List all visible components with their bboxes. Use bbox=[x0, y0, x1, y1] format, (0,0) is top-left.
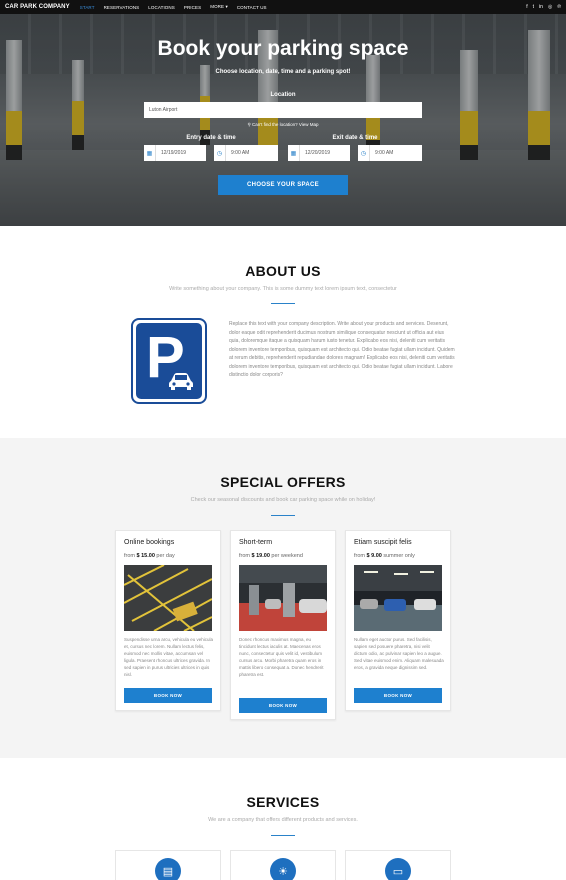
book-now-button[interactable]: BOOK NOW bbox=[354, 688, 442, 703]
location-label: Location bbox=[270, 92, 296, 98]
entry-date-value: 12/19/2019 bbox=[161, 150, 187, 156]
nav-item-start[interactable]: START bbox=[80, 5, 95, 10]
clock-icon: ◷ bbox=[214, 145, 226, 161]
offer-price: from $ 9.00 summer only bbox=[354, 553, 415, 559]
id-card-icon: ▤ bbox=[155, 858, 181, 880]
nav-item-reservations[interactable]: RESERVATIONS bbox=[104, 5, 140, 10]
instagram-icon[interactable]: ◎ bbox=[548, 4, 552, 10]
book-now-button[interactable]: BOOK NOW bbox=[124, 688, 212, 703]
parking-sign-image: P bbox=[131, 318, 207, 404]
offer-period: per weekend bbox=[271, 553, 303, 559]
clock-icon: ◷ bbox=[358, 145, 370, 161]
offer-image bbox=[124, 565, 212, 631]
offer-text: Donec rhoncus maximus magna, eu tincidun… bbox=[239, 637, 324, 677]
about-section: ABOUT US Write something about your comp… bbox=[0, 226, 566, 438]
section-divider bbox=[271, 303, 295, 304]
view-map-text: Can't find the location? View Map bbox=[251, 122, 319, 127]
about-description: Replace this text with your company desc… bbox=[229, 321, 455, 378]
offer-period: per day bbox=[156, 553, 175, 559]
offers-subtitle: Check our seasonal discounts and book ca… bbox=[190, 497, 376, 503]
offer-price: from $ 15.00 per day bbox=[124, 553, 175, 559]
offer-title: Short-term bbox=[239, 539, 273, 546]
section-divider bbox=[271, 515, 295, 516]
service-card: ▤ bbox=[115, 850, 221, 880]
services-subtitle: We are a company that offers different p… bbox=[208, 817, 358, 823]
exit-date-input[interactable]: ▦ 12/20/2019 bbox=[288, 145, 350, 161]
about-subtitle: Write something about your company. This… bbox=[169, 286, 397, 292]
nav-item-locations[interactable]: LOCATIONS bbox=[148, 5, 175, 10]
pinterest-icon[interactable]: ℗ bbox=[557, 4, 561, 10]
nav-item-prices[interactable]: PRICES bbox=[184, 5, 201, 10]
nav-item-more-dropdown[interactable]: MORE ▾ bbox=[210, 4, 228, 10]
car-icon bbox=[169, 373, 193, 390]
offer-from: from bbox=[239, 553, 250, 559]
service-card: ☀ bbox=[230, 850, 336, 880]
offer-card: Short-term from $ 19.00 per weekend Done… bbox=[230, 530, 336, 720]
view-map-link[interactable]: ⚲ Can't find the location? View Map bbox=[0, 122, 566, 128]
exit-time-input[interactable]: ◷ 9:00 AM bbox=[358, 145, 422, 161]
exit-label: Exit date & time bbox=[332, 135, 378, 141]
entry-date-input[interactable]: ▦ 12/19/2019 bbox=[144, 145, 206, 161]
offers-title: SPECIAL OFFERS bbox=[220, 474, 346, 490]
offer-price: from $ 19.00 per weekend bbox=[239, 553, 303, 559]
services-title: SERVICES bbox=[246, 794, 320, 810]
hero-title: Book your parking space bbox=[157, 37, 409, 60]
offer-image bbox=[239, 565, 327, 631]
brand-logo[interactable]: CAR PARK COMPANY bbox=[5, 4, 70, 10]
entry-time-value: 9:00 AM bbox=[231, 150, 250, 156]
nav-item-contact[interactable]: CONTACT US bbox=[237, 5, 267, 10]
top-navbar: CAR PARK COMPANY START RESERVATIONS LOCA… bbox=[0, 0, 566, 14]
calendar-icon: ▦ bbox=[144, 145, 156, 161]
service-card: ▭ bbox=[345, 850, 451, 880]
book-now-button[interactable]: BOOK NOW bbox=[239, 698, 327, 713]
offer-title: Etiam suscipit felis bbox=[354, 539, 412, 546]
exit-time-value: 9:00 AM bbox=[375, 150, 394, 156]
about-title: ABOUT US bbox=[245, 263, 321, 279]
offer-from: from bbox=[124, 553, 135, 559]
offer-price-value: $ 9.00 bbox=[366, 553, 382, 559]
exit-date-value: 12/20/2019 bbox=[305, 150, 331, 156]
social-links: f t in ◎ ℗ bbox=[526, 4, 561, 10]
offer-price-value: $ 15.00 bbox=[136, 553, 155, 559]
offer-text: Suspendisse urna arcu, vehicula eu vehic… bbox=[124, 637, 214, 677]
offer-price-value: $ 19.00 bbox=[251, 553, 270, 559]
facebook-icon[interactable]: f bbox=[526, 4, 527, 10]
location-value: Luton Airport bbox=[149, 107, 178, 113]
choose-space-button[interactable]: CHOOSE YOUR SPACE bbox=[218, 175, 348, 195]
entry-label: Entry date & time bbox=[186, 135, 236, 141]
offer-title: Online bookings bbox=[124, 539, 175, 546]
offer-text: Nullam eget auctor purus. Sed facilisis,… bbox=[354, 637, 444, 670]
offer-card: Etiam suscipit felis from $ 9.00 summer … bbox=[345, 530, 451, 711]
section-divider bbox=[271, 835, 295, 836]
offer-image bbox=[354, 565, 442, 631]
offer-period: summer only bbox=[383, 553, 415, 559]
location-input[interactable]: Luton Airport bbox=[144, 102, 422, 118]
offers-section: SPECIAL OFFERS Check our seasonal discou… bbox=[0, 438, 566, 758]
credit-card-icon: ▭ bbox=[385, 858, 411, 880]
linkedin-icon[interactable]: in bbox=[539, 4, 543, 10]
lightbulb-icon: ☀ bbox=[270, 858, 296, 880]
twitter-icon[interactable]: t bbox=[533, 4, 534, 10]
hero-subtitle: Choose location, date, time and a parkin… bbox=[215, 69, 351, 75]
calendar-icon: ▦ bbox=[288, 145, 300, 161]
offer-from: from bbox=[354, 553, 365, 559]
offer-card: Online bookings from $ 15.00 per day Sus… bbox=[115, 530, 221, 711]
hero-section: Book your parking space Choose location,… bbox=[0, 0, 566, 226]
services-section: SERVICES We are a company that offers di… bbox=[0, 758, 566, 880]
entry-time-input[interactable]: ◷ 9:00 AM bbox=[214, 145, 278, 161]
